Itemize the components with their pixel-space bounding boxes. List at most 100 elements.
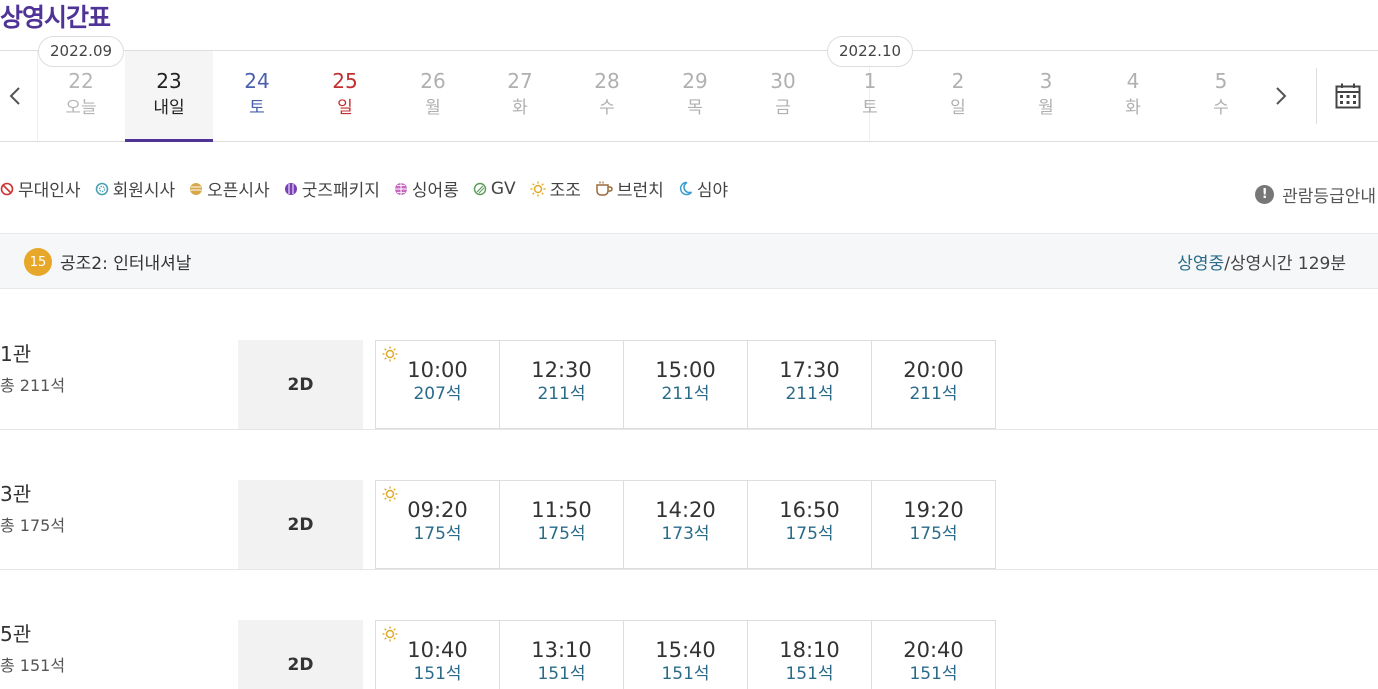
legend-brunch: 브런치 [595, 176, 664, 201]
date-23-selected[interactable]: 23 내일 [125, 51, 213, 142]
goods-package-icon [284, 182, 297, 195]
movie-header: 15 공조2: 인터내셔날 상영중/상영시간 129분 [0, 233, 1378, 289]
now-showing-label: 상영중 [1177, 254, 1225, 274]
theater-row: 5관 총 151석 2D 10:40 151석 13:10 151석 15:40 15… [0, 570, 1378, 689]
gv-icon [473, 182, 487, 195]
legend-early-morning: 조조 [530, 176, 581, 201]
legend-label: 심야 [696, 181, 729, 201]
legend-late-night: 심야 [678, 176, 728, 201]
date-number: 28 [594, 69, 620, 93]
sun-icon [382, 626, 398, 642]
showtime-seats: 175석 [413, 524, 462, 544]
date-24[interactable]: 24 토 [213, 51, 301, 141]
showtime-slot[interactable]: 10:40 151석 [376, 621, 500, 689]
showtime-seats: 175석 [785, 524, 834, 544]
showtime-list: 10:40 151석 13:10 151석 15:40 151석 18:10 151석 … [375, 620, 996, 689]
chevron-left-icon [9, 87, 20, 105]
sun-icon [382, 486, 398, 502]
showtime-slot[interactable]: 19:20 175석 [872, 481, 995, 568]
next-date-arrow[interactable] [1266, 51, 1296, 141]
showtime-seats: 207석 [413, 384, 462, 404]
date-weekday: 오늘 [65, 98, 97, 118]
date-5[interactable]: 5수 [1177, 51, 1265, 141]
age-rating-badge: 15 [24, 248, 52, 276]
date-26[interactable]: 26 월 [389, 51, 477, 141]
showtime-list: 10:00 207석 12:30 211석 15:00 211석 17:30 211석 … [375, 340, 996, 429]
month-label: 2022.09 [38, 36, 125, 67]
showtime-time: 19:20 [903, 498, 964, 522]
legend-label: 굿즈패키지 [301, 181, 380, 201]
date-weekday: 토 [862, 98, 878, 118]
date-25[interactable]: 25 일 [301, 51, 389, 141]
date-weekday: 월 [1038, 98, 1054, 118]
date-number: 2 [951, 69, 965, 93]
showtime-slot[interactable]: 20:00 211석 [872, 341, 995, 428]
showtime-slot[interactable]: 15:00 211석 [624, 341, 748, 428]
showtime-time: 18:10 [779, 638, 840, 662]
coffee-cup-icon [596, 181, 613, 196]
showtime-slot[interactable]: 10:00 207석 [376, 341, 500, 428]
showtime-slot[interactable]: 14:20 173석 [624, 481, 748, 568]
rating-guide-link[interactable]: ! 관람등급안내 [1255, 182, 1376, 207]
showtime-time: 20:40 [903, 638, 964, 662]
stage-greeting-icon [0, 182, 14, 195]
showtime-seats: 173석 [661, 524, 710, 544]
showtime-seats: 151석 [785, 664, 834, 684]
legend-singalong: 싱어롱 [394, 176, 459, 201]
showtime-time: 15:00 [655, 358, 716, 382]
date-number: 24 [244, 69, 270, 93]
showtime-slot[interactable]: 12:30 211석 [500, 341, 624, 428]
showtime-seats: 211석 [785, 384, 834, 404]
showtime-slot[interactable]: 20:40 151석 [872, 621, 995, 689]
theater-name: 1관 [0, 342, 32, 366]
date-number: 27 [507, 69, 533, 93]
showtime-seats: 175석 [537, 524, 586, 544]
showtime-seats: 151석 [413, 664, 462, 684]
date-selector: 22 오늘 23 내일 24 토 25 일 26 월 27 화 28 수 29 목 30 금 1토… [0, 36, 1378, 142]
legend-label: 회원시사 [112, 181, 176, 201]
showtime-seats: 211석 [661, 384, 710, 404]
date-weekday: 일 [950, 98, 966, 118]
showtime-slot[interactable]: 15:40 151석 [624, 621, 748, 689]
open-preview-icon [190, 182, 203, 195]
showtime-seats: 151석 [909, 664, 958, 684]
date-number: 4 [1126, 69, 1140, 93]
showtime-list: 09:20 175석 11:50 175석 14:20 173석 16:50 175석 … [375, 480, 996, 569]
screening-type-legend: 무대인사 회원시사 오픈시사 굿즈패키지 싱어롱 GV 조조 브런치 심야 [0, 176, 728, 201]
showtime-slot[interactable]: 16:50 175석 [748, 481, 872, 568]
theater-total-seats: 총 151석 [0, 656, 66, 675]
showtime-slot[interactable]: 13:10 151석 [500, 621, 624, 689]
prev-date-arrow[interactable] [0, 51, 30, 141]
theater-total-seats: 총 175석 [0, 516, 66, 535]
screen-format: 2D [238, 620, 363, 689]
theater-name: 5관 [0, 622, 32, 646]
date-3[interactable]: 3월 [1002, 51, 1090, 141]
showtime-slot[interactable]: 17:30 211석 [748, 341, 872, 428]
date-number: 5 [1214, 69, 1228, 93]
showtime-slot[interactable]: 11:50 175석 [500, 481, 624, 568]
date-4[interactable]: 4화 [1089, 51, 1177, 141]
showtime-seats: 151석 [537, 664, 586, 684]
date-29[interactable]: 29 목 [651, 51, 739, 141]
moon-icon [679, 181, 692, 196]
date-27[interactable]: 27 화 [476, 51, 564, 141]
showtime-time: 16:50 [779, 498, 840, 522]
date-number: 25 [332, 69, 358, 93]
date-weekday: 일 [337, 98, 353, 118]
legend-label: 브런치 [616, 181, 664, 201]
showtime-time: 20:00 [903, 358, 964, 382]
month-label: 2022.10 [827, 36, 914, 67]
legend-open-preview: 오픈시사 [189, 176, 270, 201]
theater-name: 3관 [0, 482, 32, 506]
date-2[interactable]: 2일 [914, 51, 1002, 141]
showtime-slot[interactable]: 09:20 175석 [376, 481, 500, 568]
theater-row: 1관 총 211석 2D 10:00 207석 12:30 211석 15:00 21… [0, 290, 1378, 430]
date-30[interactable]: 30 금 [739, 51, 827, 141]
theater-row: 3관 총 175석 2D 09:20 175석 11:50 175석 14:20 17… [0, 430, 1378, 570]
legend-goods-package: 굿즈패키지 [284, 176, 380, 201]
date-28[interactable]: 28 수 [563, 51, 651, 141]
movie-title[interactable]: 공조2: 인터내셔날 [60, 249, 191, 274]
calendar-button[interactable] [1316, 68, 1378, 124]
showtime-slot[interactable]: 18:10 151석 [748, 621, 872, 689]
running-time-label: /상영시간 129분 [1224, 254, 1346, 274]
